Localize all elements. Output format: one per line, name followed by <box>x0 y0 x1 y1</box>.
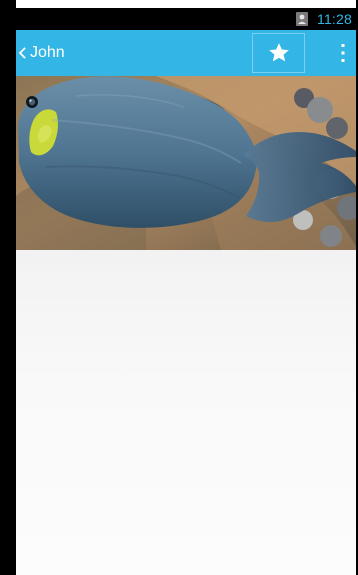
status-time: 11:28 <box>317 11 352 27</box>
contact-photo <box>16 76 356 250</box>
chevron-left-icon <box>18 47 26 59</box>
action-bar: John <box>16 30 356 76</box>
status-bar: 11:28 <box>16 8 356 30</box>
contact-icon <box>296 12 308 26</box>
more-vertical-icon <box>341 44 345 62</box>
overflow-menu-button[interactable] <box>330 30 356 76</box>
star-icon <box>268 43 289 62</box>
content-area <box>16 250 356 575</box>
contact-name-title: John <box>30 44 65 61</box>
back-button[interactable]: John <box>16 30 136 76</box>
fish-photo <box>16 76 356 250</box>
favorite-button[interactable] <box>252 33 305 73</box>
screen: 11:28 John <box>0 0 358 575</box>
left-black-border <box>0 0 16 575</box>
